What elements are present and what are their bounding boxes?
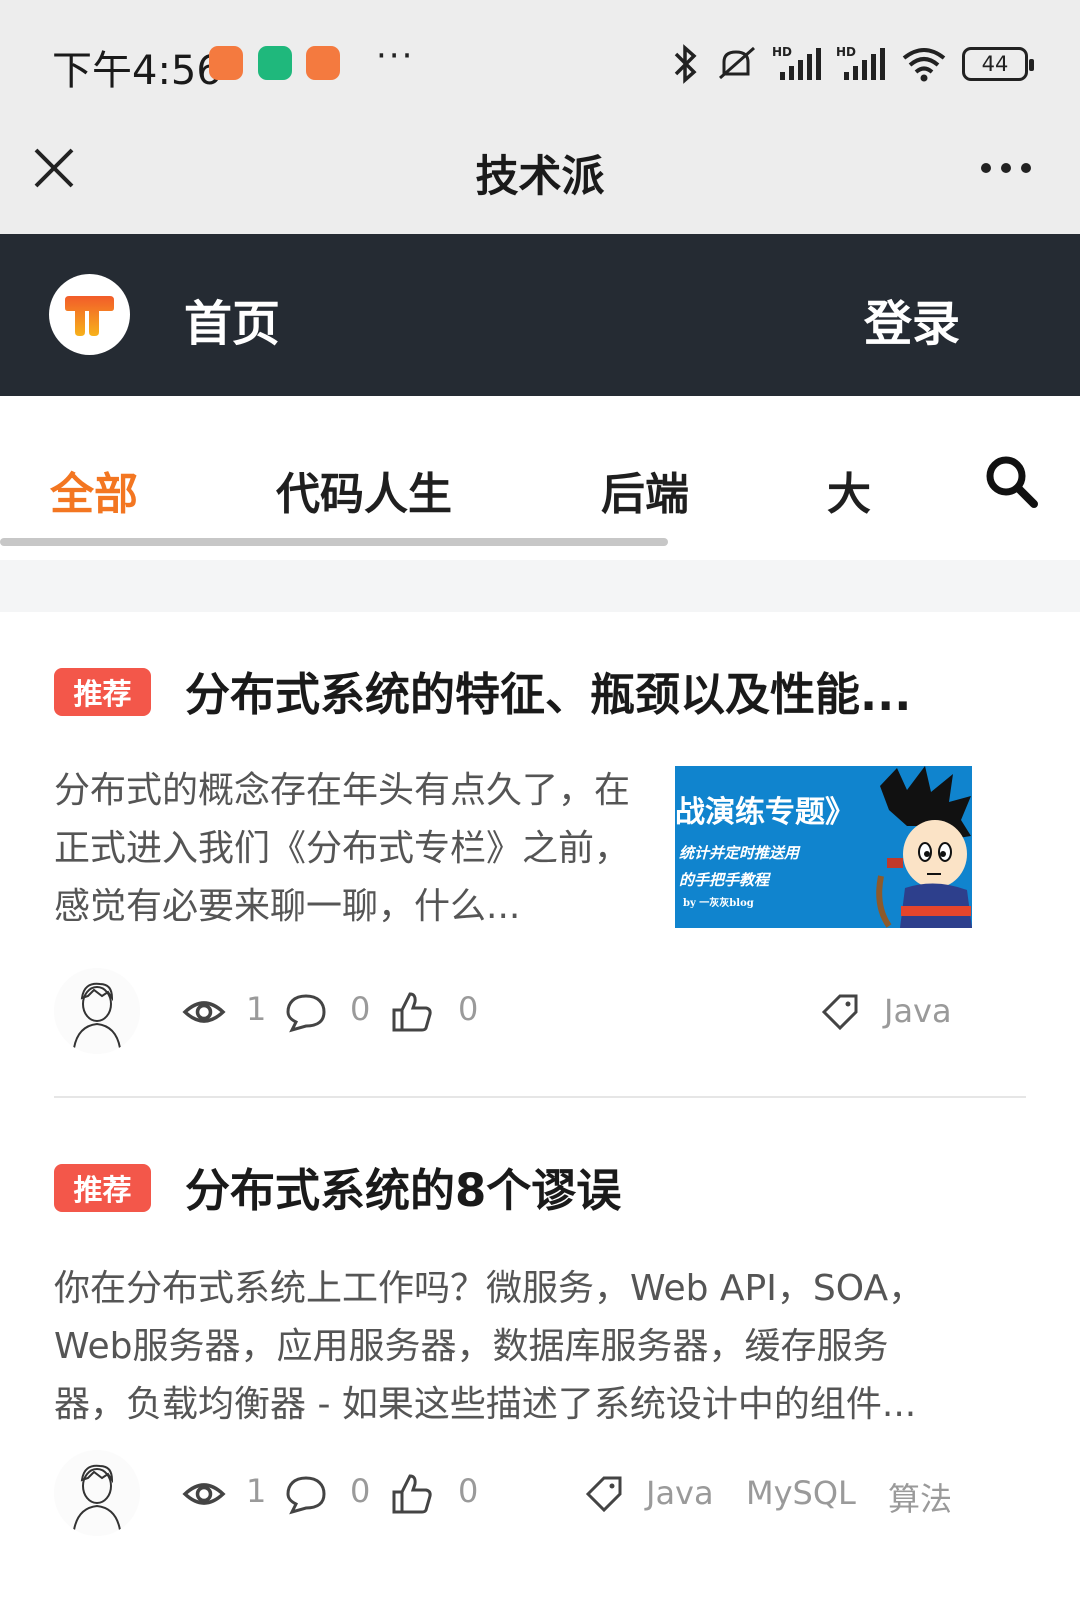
tag-icon <box>821 994 858 1031</box>
section-spacer <box>0 560 1080 612</box>
tag-algorithm[interactable]: 算法 <box>888 1474 952 1520</box>
page-title: 技术派 <box>475 152 605 202</box>
article-summary: 分布式的概念存在年头有点久了，在正式进入我们《分布式专栏》之前，感觉有必要来聊一… <box>54 770 631 927</box>
tag-icon <box>585 1476 622 1513</box>
security-app-icon <box>258 46 292 80</box>
tab-code-life[interactable]: 代码人生 <box>276 458 452 522</box>
like-icon[interactable] <box>390 1472 434 1516</box>
avatar-image <box>54 1450 140 1536</box>
view-count: 1 <box>246 1472 267 1510</box>
like-icon[interactable] <box>390 990 434 1034</box>
author-avatar[interactable] <box>54 1450 140 1536</box>
category-tabs: 全部 代码人生 后端 大 <box>0 396 1080 550</box>
article-card[interactable]: 推荐 分布式系统的8个谬误 你在分布式系统上工作吗？微服务，Web API，SO… <box>54 1120 1026 1602</box>
more-icon[interactable] <box>980 148 1032 188</box>
article-summary: 你在分布式系统上工作吗？微服务，Web API，SOA，Web服务器，应用服务器… <box>54 1268 925 1425</box>
tab-big[interactable]: 大 <box>827 458 871 522</box>
tag-java[interactable]: Java <box>646 1474 714 1512</box>
view-count: 1 <box>246 990 267 1028</box>
eye-icon <box>182 1483 226 1505</box>
comment-icon[interactable] <box>284 990 328 1034</box>
home-link[interactable]: 首页 <box>184 284 280 354</box>
site-header: 首页 登录 <box>0 234 1080 396</box>
tag-mysql[interactable]: MySQL <box>746 1474 856 1512</box>
hd-signal-icon: HD <box>772 45 821 80</box>
article-thumbnail[interactable]: 战演练专题》 统计并定时推送用 的手把手教程 by 一灰灰blog <box>675 766 972 928</box>
status-icons: HD HD 44 <box>670 42 1034 86</box>
tab-all[interactable]: 全部 <box>50 458 138 522</box>
avatar-image <box>54 968 140 1054</box>
comment-count: 0 <box>350 1472 371 1510</box>
mi-app-icon <box>306 46 340 80</box>
bluetooth-icon <box>674 44 697 84</box>
thumb-line4: by 一灰灰blog <box>683 896 754 909</box>
thumb-line3: 的手把手教程 <box>679 871 771 889</box>
comment-count: 0 <box>350 990 371 1028</box>
search-icon[interactable] <box>982 452 1040 510</box>
tag-java[interactable]: Java <box>884 992 952 1030</box>
recommend-badge: 推荐 <box>54 1164 151 1212</box>
wifi-icon <box>902 48 946 82</box>
status-bar: 下午4:56 ··· HD HD 44 <box>0 0 1080 120</box>
svg-text:HD: HD <box>772 45 792 59</box>
article-meta: 1 0 0 Java MySQL 算法 <box>54 1450 974 1536</box>
hd-signal-icon: HD <box>836 45 885 80</box>
mi-store-icon <box>209 46 243 80</box>
svg-text:HD: HD <box>836 45 856 59</box>
thumb-line2: 统计并定时推送用 <box>679 844 801 862</box>
status-overflow: ··· <box>376 36 415 76</box>
like-count: 0 <box>458 990 479 1028</box>
tab-scrollbar[interactable] <box>0 538 668 546</box>
article-card[interactable]: 推荐 分布式系统的特征、瓶颈以及性能... 分布式的概念存在年头有点久了，在正式… <box>54 612 1026 1092</box>
tab-backend[interactable]: 后端 <box>601 458 689 522</box>
eye-icon <box>182 1001 226 1023</box>
mute-icon <box>719 46 755 80</box>
login-button[interactable]: 登录 <box>864 284 960 354</box>
article-meta: 1 0 0 Java <box>54 968 974 1054</box>
comment-icon[interactable] <box>284 1472 328 1516</box>
author-avatar[interactable] <box>54 968 140 1054</box>
article-divider <box>54 1096 1026 1098</box>
recommend-badge: 推荐 <box>54 668 151 716</box>
article-title[interactable]: 分布式系统的8个谬误 <box>185 1154 1015 1219</box>
battery-icon: 44 <box>962 47 1034 81</box>
like-count: 0 <box>458 1472 479 1510</box>
status-time: 下午4:56 <box>52 48 222 94</box>
logo-icon <box>65 296 114 336</box>
site-logo[interactable] <box>49 274 130 355</box>
battery-level: 44 <box>981 52 1009 76</box>
thumb-line1: 战演练专题》 <box>675 795 855 830</box>
mini-program-nav-bar: 技术派 <box>0 120 1080 234</box>
article-title[interactable]: 分布式系统的特征、瓶颈以及性能... <box>185 658 1015 723</box>
thumbnail-image: 战演练专题》 统计并定时推送用 的手把手教程 by 一灰灰blog <box>675 766 972 928</box>
